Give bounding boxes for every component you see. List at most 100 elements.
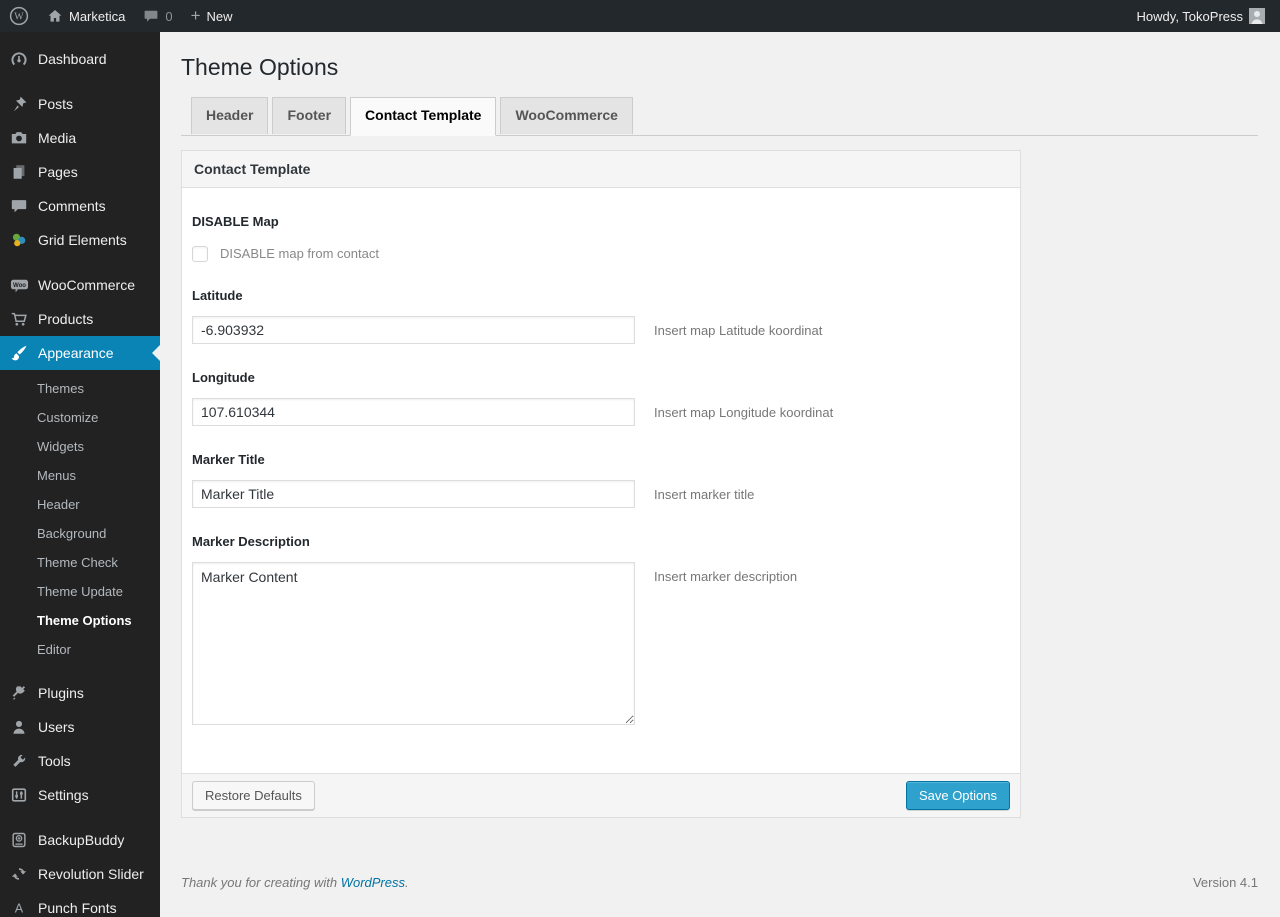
longitude-description: Insert map Longitude koordinat: [654, 404, 834, 420]
sidebar-item-appearance[interactable]: Appearance: [0, 336, 160, 370]
contact-template-panel: Contact Template DISABLE Map DISABLE map…: [181, 149, 1021, 818]
tab-footer[interactable]: Footer: [272, 97, 347, 134]
sidebar-item-punch-fonts[interactable]: A Punch Fonts: [0, 891, 160, 917]
sidebar-item-label: Plugins: [38, 685, 84, 701]
backup-drive-icon: [9, 830, 29, 850]
submenu-item-menus[interactable]: Menus: [0, 461, 160, 490]
comments-icon: [9, 196, 29, 216]
submenu-item-background[interactable]: Background: [0, 519, 160, 548]
pushpin-icon: [9, 94, 29, 114]
sidebar-item-users[interactable]: Users: [0, 710, 160, 744]
sidebar-item-label: Posts: [38, 96, 74, 112]
media-camera-icon: [9, 128, 29, 148]
comments-count: 0: [165, 8, 173, 24]
latitude-input[interactable]: [192, 315, 635, 344]
sidebar-item-revolution-slider[interactable]: Revolution Slider: [0, 857, 160, 891]
grid-elements-icon: [9, 230, 29, 250]
sidebar-item-posts[interactable]: Posts: [0, 87, 160, 121]
submenu-item-themes[interactable]: Themes: [0, 374, 160, 403]
plugin-icon: [9, 683, 29, 703]
svg-text:W: W: [14, 12, 24, 23]
page-title: Theme Options: [181, 54, 339, 80]
user-avatar: [1249, 8, 1265, 24]
disable-map-label: DISABLE Map: [192, 213, 279, 229]
marker-title-input[interactable]: [192, 479, 635, 508]
cart-icon: [9, 309, 29, 329]
sidebar-item-grid-elements[interactable]: Grid Elements: [0, 223, 160, 257]
sidebar-item-label: Tools: [38, 753, 71, 769]
pages-icon: [9, 162, 29, 182]
tab-woocommerce[interactable]: WooCommerce: [500, 97, 633, 134]
marker-description-label: Marker Description: [192, 533, 310, 549]
submenu-item-theme-options[interactable]: Theme Options: [0, 606, 160, 635]
site-menu[interactable]: Marketica: [38, 0, 134, 32]
users-icon: [9, 717, 29, 737]
submenu-item-widgets[interactable]: Widgets: [0, 432, 160, 461]
wordpress-logo-icon: W: [9, 6, 29, 26]
comment-bubble-icon: [143, 8, 159, 24]
sidebar-item-label: WooCommerce: [38, 277, 135, 293]
panel-title: Contact Template: [182, 150, 1020, 188]
appearance-submenu: Themes Customize Widgets Menus Header Ba…: [0, 370, 160, 676]
marker-description-description: Insert marker description: [654, 568, 798, 584]
wrench-icon: [9, 751, 29, 771]
home-icon: [47, 8, 63, 24]
sidebar-item-label: Products: [38, 311, 94, 327]
sidebar-item-products[interactable]: Products: [0, 302, 160, 336]
submenu-item-customize[interactable]: Customize: [0, 403, 160, 432]
disable-map-checkbox-row[interactable]: DISABLE map from contact: [192, 245, 1010, 262]
marker-description-textarea[interactable]: Marker Content: [192, 561, 635, 725]
sidebar-item-media[interactable]: Media: [0, 121, 160, 155]
sidebar-item-settings[interactable]: Settings: [0, 778, 160, 812]
sidebar-item-backupbuddy[interactable]: BackupBuddy: [0, 823, 160, 857]
save-options-button[interactable]: Save Options: [905, 780, 1010, 810]
sidebar-item-label: Comments: [38, 198, 106, 214]
longitude-input[interactable]: [192, 397, 635, 426]
sidebar-item-pages[interactable]: Pages: [0, 155, 160, 189]
settings-sliders-icon: [9, 785, 29, 805]
submenu-item-header[interactable]: Header: [0, 490, 160, 519]
panel-body: DISABLE Map DISABLE map from contact Lat…: [182, 188, 1020, 773]
longitude-label: Longitude: [192, 369, 255, 385]
sidebar-item-label: Grid Elements: [38, 232, 127, 248]
main-content: Theme Options Header Footer Contact Templa…: [160, 32, 1280, 917]
submenu-item-theme-check[interactable]: Theme Check: [0, 548, 160, 577]
wordpress-link[interactable]: WordPress: [341, 875, 405, 890]
new-label: New: [206, 8, 233, 24]
woocommerce-icon: Woo: [9, 275, 29, 295]
new-menu[interactable]: + New: [182, 0, 242, 32]
sidebar-item-label: Appearance: [38, 345, 114, 361]
latitude-label: Latitude: [192, 287, 243, 303]
sidebar-item-tools[interactable]: Tools: [0, 744, 160, 778]
my-account-menu[interactable]: Howdy, TokoPress: [1128, 8, 1274, 24]
sidebar-item-label: Revolution Slider: [38, 866, 144, 882]
page-footer: Thank you for creating with WordPress. V…: [181, 875, 1258, 890]
sidebar-item-woocommerce[interactable]: Woo WooCommerce: [0, 268, 160, 302]
sidebar-item-dashboard[interactable]: Dashboard: [0, 42, 160, 76]
letter-a-icon: A: [9, 898, 29, 917]
restore-defaults-button[interactable]: Restore Defaults: [192, 780, 315, 810]
sidebar-item-label: Pages: [38, 164, 78, 180]
svg-text:Woo: Woo: [12, 282, 25, 289]
submenu-item-theme-update[interactable]: Theme Update: [0, 577, 160, 606]
sidebar-item-label: Media: [38, 130, 77, 146]
submenu-item-editor[interactable]: Editor: [0, 635, 160, 664]
panel-footer: Restore Defaults Save Options: [182, 772, 1020, 817]
paintbrush-icon: [9, 343, 29, 363]
tab-contact-template[interactable]: Contact Template: [350, 97, 497, 136]
cycle-arrows-icon: [9, 864, 29, 884]
tab-header[interactable]: Header: [191, 97, 269, 134]
site-name: Marketica: [69, 8, 126, 24]
wp-logo-menu[interactable]: W: [0, 0, 38, 32]
comments-menu[interactable]: 0: [134, 0, 181, 32]
howdy-text: Howdy, TokoPress: [1136, 8, 1243, 24]
marker-title-label: Marker Title: [192, 451, 265, 467]
sidebar-item-comments[interactable]: Comments: [0, 189, 160, 223]
footer-version: Version 4.1: [1192, 874, 1258, 890]
theme-options-tabs: Header Footer Contact Template WooCommerce: [181, 97, 1258, 136]
sidebar-item-plugins[interactable]: Plugins: [0, 676, 160, 710]
disable-map-checkbox[interactable]: [192, 245, 208, 262]
sidebar-item-label: Dashboard: [38, 51, 107, 67]
plus-icon: +: [190, 5, 201, 25]
admin-bar: W Marketica 0 + New Howdy, TokoPress: [0, 0, 1280, 32]
